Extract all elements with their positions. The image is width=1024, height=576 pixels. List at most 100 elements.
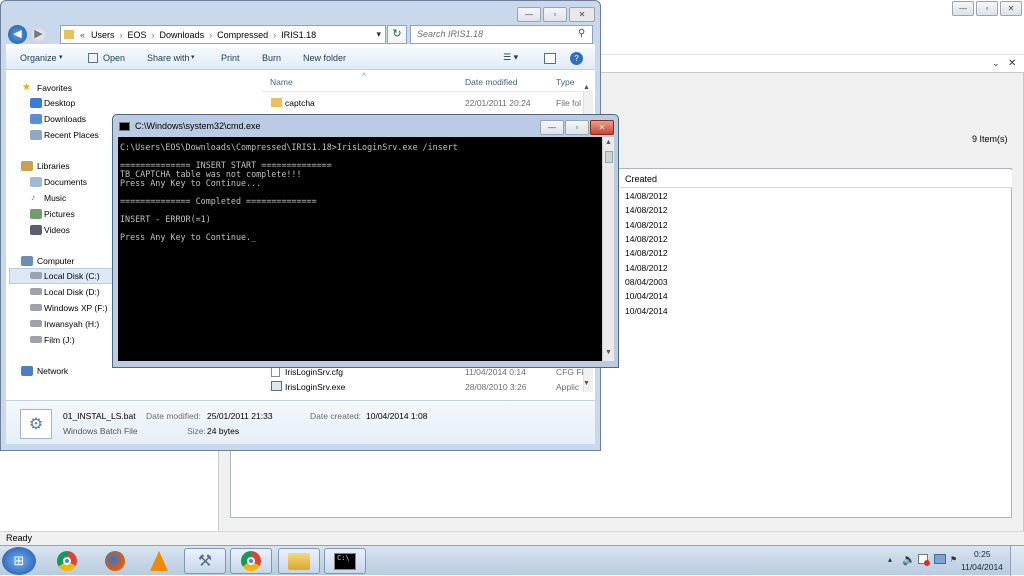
taskbar-cmd[interactable]: C:\: [324, 548, 366, 574]
downloads-icon: [30, 114, 42, 124]
refresh-button[interactable]: ↻: [387, 25, 407, 44]
clock-time[interactable]: 0:25: [974, 549, 991, 559]
column-date-modified[interactable]: Date modified: [465, 77, 517, 87]
nav-item-recent-places[interactable]: Recent Places: [44, 130, 99, 140]
breadcrumb-users[interactable]: Users: [91, 30, 115, 40]
table-row[interactable]: IrisLoginSrv.exe 28/08/2010 3:26 Applic: [262, 379, 582, 394]
bg-minimize-button[interactable]: —: [952, 1, 974, 16]
nav-item-irwansyah-h[interactable]: Irwansyah (H:): [44, 319, 99, 329]
file-date: 22/01/2011 20:24: [465, 98, 531, 108]
cmd-icon: C:\: [334, 552, 356, 570]
back-button[interactable]: ◀: [8, 25, 27, 44]
nav-favorites[interactable]: Favorites: [37, 83, 72, 93]
status-text: Ready: [6, 533, 33, 543]
forward-button[interactable]: ▶: [29, 25, 48, 44]
file-name: IrisLoginSrv.exe: [285, 382, 346, 392]
nav-item-film-j[interactable]: Film (J:): [44, 335, 75, 345]
nav-item-pictures[interactable]: Pictures: [44, 209, 75, 219]
drive-icon: [30, 288, 42, 295]
nav-libraries[interactable]: Libraries: [37, 161, 70, 171]
open-button[interactable]: Open: [103, 53, 125, 63]
taskbar-vlc[interactable]: [138, 548, 180, 574]
address-bar[interactable]: « Users › EOS › Downloads › Compressed ›…: [60, 25, 386, 44]
cmd-close-button[interactable]: ✕: [590, 120, 614, 135]
column-type[interactable]: Type: [556, 77, 574, 87]
taskbar-chrome-2[interactable]: [230, 548, 272, 574]
bg-column-header[interactable]: Created: [620, 170, 1012, 188]
folder-icon: [288, 552, 310, 570]
bg-created-date: 10/04/2014: [625, 306, 668, 316]
nav-item-local-disk-c[interactable]: Local Disk (C:): [44, 271, 100, 281]
nav-network[interactable]: Network: [37, 366, 68, 376]
console-line: Press Any Key to Continue._: [120, 232, 257, 242]
nav-item-local-disk-d[interactable]: Local Disk (D:): [44, 287, 100, 297]
drive-icon: [30, 320, 42, 327]
action-center-icon[interactable]: [918, 554, 930, 566]
console-line: ============== Completed ==============: [120, 196, 317, 206]
bg-column-created[interactable]: Created: [625, 174, 657, 184]
address-dropdown-icon[interactable]: ▾: [376, 29, 381, 40]
scroll-down-icon[interactable]: ▼: [583, 380, 590, 387]
share-with-button[interactable]: Share with: [147, 53, 190, 63]
preview-pane-icon[interactable]: [544, 53, 556, 64]
cmd-maximize-button[interactable]: ▫: [565, 120, 589, 135]
scroll-down-icon[interactable]: ▼: [605, 349, 612, 356]
breadcrumb-iris[interactable]: IRIS1.18: [281, 30, 316, 40]
scroll-thumb[interactable]: [605, 151, 613, 163]
help-icon[interactable]: ?: [570, 52, 583, 65]
column-name[interactable]: Name: [270, 77, 293, 87]
cmd-minimize-button[interactable]: —: [540, 120, 564, 135]
breadcrumb-eos[interactable]: EOS: [128, 30, 147, 40]
drive-icon: [30, 336, 42, 343]
bg-close-button[interactable]: ✕: [1000, 1, 1022, 16]
bg-close-icon[interactable]: ✕: [1008, 58, 1016, 69]
status-bar: Ready: [0, 531, 1024, 545]
nav-item-videos[interactable]: Videos: [44, 225, 70, 235]
taskbar-explorer[interactable]: [278, 548, 320, 574]
nav-item-documents[interactable]: Documents: [44, 177, 87, 187]
details-modified-value: 25/01/2011 21:33: [207, 411, 273, 421]
taskbar-chrome[interactable]: [46, 548, 88, 574]
file-date: 11/04/2014 0:14: [465, 367, 526, 377]
show-desktop-button[interactable]: [1010, 546, 1024, 576]
print-button[interactable]: Print: [221, 53, 240, 63]
nav-item-downloads[interactable]: Downloads: [44, 114, 86, 124]
tray-arrow-icon[interactable]: ▴: [888, 555, 892, 564]
maximize-button[interactable]: ▫: [543, 7, 567, 22]
exe-icon: [271, 381, 282, 391]
clock-date[interactable]: 11/04/2014: [961, 562, 1003, 572]
star-icon: ★: [22, 82, 31, 93]
nav-computer[interactable]: Computer: [37, 256, 74, 266]
start-button[interactable]: ⊞: [2, 547, 36, 575]
table-row[interactable]: captcha 22/01/2011 20:24 File fol: [262, 95, 582, 110]
bg-created-date: 14/08/2012: [625, 220, 668, 230]
tray-flag-icon[interactable]: ⚑: [950, 555, 957, 564]
volume-icon[interactable]: 🔈: [902, 553, 916, 566]
bg-created-date: 14/08/2012: [625, 205, 668, 215]
search-icon[interactable]: ⚲: [578, 28, 585, 39]
taskbar-tools[interactable]: ⚒: [184, 548, 226, 574]
organize-button[interactable]: Organize: [20, 53, 57, 63]
close-button[interactable]: ✕: [569, 7, 595, 22]
network-tray-icon[interactable]: [934, 554, 946, 564]
bg-chevron-down-icon[interactable]: ⌄: [992, 58, 1000, 69]
minimize-button[interactable]: —: [517, 7, 541, 22]
nav-item-windows-xp-f[interactable]: Windows XP (F:): [44, 303, 108, 313]
new-folder-button[interactable]: New folder: [303, 53, 346, 63]
nav-item-music[interactable]: Music: [44, 193, 66, 203]
breadcrumb-compressed[interactable]: Compressed: [217, 30, 268, 40]
scroll-up-icon[interactable]: ▲: [605, 139, 612, 146]
burn-button[interactable]: Burn: [262, 53, 281, 63]
file-type: CFG Fi: [556, 367, 584, 377]
taskbar-firefox[interactable]: [94, 548, 136, 574]
scroll-up-icon[interactable]: ▲: [583, 84, 590, 91]
cmd-console[interactable]: C:\Users\EOS\Downloads\Compressed\IRIS1.…: [118, 137, 602, 361]
views-icon[interactable]: ☰ ▾: [503, 52, 518, 63]
breadcrumb-downloads[interactable]: Downloads: [160, 30, 205, 40]
breadcrumb-overflow[interactable]: «: [80, 30, 85, 40]
nav-item-desktop[interactable]: Desktop: [44, 98, 75, 108]
console-line: INSERT - ERROR(=1): [120, 214, 211, 224]
cmd-scrollbar[interactable]: ▲ ▼: [602, 137, 614, 361]
search-input[interactable]: Search IRIS1.18: [410, 25, 593, 44]
bg-maximize-button[interactable]: ▫: [976, 1, 998, 16]
